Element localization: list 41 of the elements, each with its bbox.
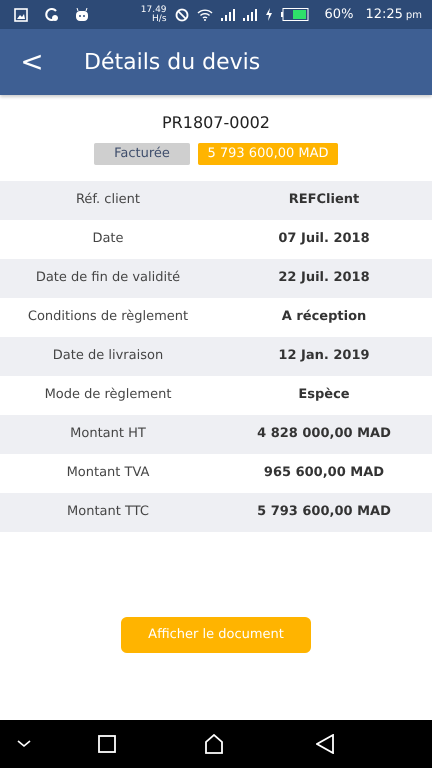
sync-icon xyxy=(44,7,59,22)
bolt-icon xyxy=(264,8,273,21)
detail-label: Date de fin de validité xyxy=(34,269,182,288)
detail-value: A réception xyxy=(280,308,368,326)
status-label: Facturée xyxy=(94,143,190,164)
image-icon xyxy=(14,8,28,22)
detail-value: 5 793 600,00 MAD xyxy=(256,503,392,522)
detail-value: REFClient xyxy=(288,191,360,210)
recents-icon[interactable] xyxy=(98,735,116,753)
clock-time: 12:25 xyxy=(365,6,403,24)
total-amount: 5 793 600,00 MAD xyxy=(198,143,338,164)
screen-title: Détails du devis xyxy=(84,48,260,76)
speed-unit: H/s xyxy=(151,14,167,24)
detail-value: 12 Jan. 2019 xyxy=(277,347,371,366)
home-icon[interactable] xyxy=(205,734,223,754)
detail-value: 4 828 000,00 MAD xyxy=(256,425,392,444)
detail-value: Espèce xyxy=(297,386,351,404)
detail-value: 965 600,00 MAD xyxy=(262,464,386,482)
speed-reading: 17.49 xyxy=(140,6,167,14)
signal-icon xyxy=(242,8,257,20)
detail-label: Mode de règlement xyxy=(44,386,172,404)
detail-label: Réf. client xyxy=(74,191,142,210)
wifi-icon xyxy=(196,8,213,21)
detail-label: Montant TTC xyxy=(66,503,150,522)
block-icon xyxy=(174,8,189,22)
back-button[interactable]: < xyxy=(0,41,64,83)
battery-icon xyxy=(280,8,309,21)
detail-value: 22 Juil. 2018 xyxy=(277,269,371,288)
detail-label: Montant TVA xyxy=(66,464,150,482)
detail-label: Conditions de règlement xyxy=(26,308,190,326)
battery-percent: 60% xyxy=(324,6,354,24)
detail-label: Montant HT xyxy=(69,425,147,444)
detail-label: Date de livraison xyxy=(52,347,164,366)
back-icon[interactable] xyxy=(316,734,334,754)
chevron-down-icon[interactable] xyxy=(17,740,31,748)
signal-icon xyxy=(220,8,235,20)
quote-reference: PR1807-0002 xyxy=(162,112,270,134)
android-icon xyxy=(75,8,89,22)
clock-ampm: pm xyxy=(406,8,422,23)
detail-value: 07 Juil. 2018 xyxy=(277,230,371,248)
detail-label: Date xyxy=(91,230,125,248)
